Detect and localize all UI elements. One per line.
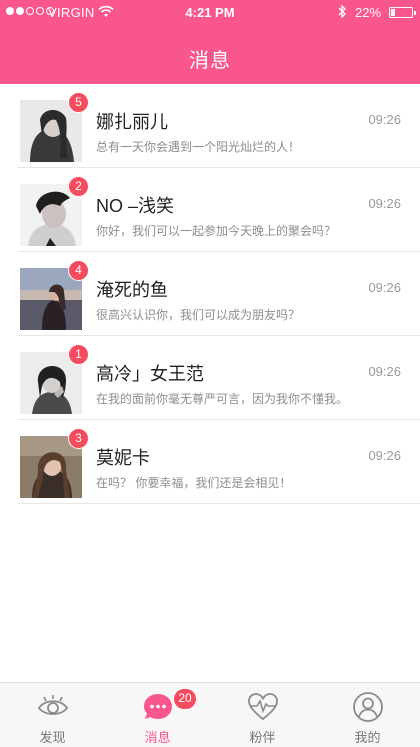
- battery-percent: 22%: [355, 5, 382, 20]
- conversation-row[interactable]: 1 高冷」女王范 在我的面前你毫无尊严可言，因为我你不懂我。 09:26: [0, 336, 420, 420]
- conversation-row[interactable]: 3 莫妮卡 在吗？ 你要幸福，我们还是会相见！ 09:26: [0, 420, 420, 504]
- conversation-row[interactable]: 2 NO –浅笑 你好，我们可以一起参加今天晚上的聚会吗？ 09:26: [0, 168, 420, 252]
- message-preview: 在吗？ 你要幸福，我们还是会相见！: [96, 476, 292, 490]
- row-divider: [18, 503, 420, 504]
- bluetooth-icon: [337, 4, 347, 22]
- app-header: VIRGIN 4:21 PM 22% 消息: [0, 0, 420, 84]
- unread-badge: 2: [68, 176, 89, 197]
- message-preview: 你好，我们可以一起参加今天晚上的聚会吗？: [96, 224, 337, 238]
- tab-label: 粉伴: [249, 730, 276, 745]
- status-bar: VIRGIN 4:21 PM 22%: [0, 0, 420, 26]
- eye-icon: [37, 691, 69, 723]
- message-time: 09:26: [368, 112, 401, 127]
- unread-badge: 5: [68, 92, 89, 113]
- tab-label: 我的: [354, 730, 381, 745]
- tab-bar: 发现 20 消息 粉伴 我的: [0, 682, 420, 747]
- chat-bubble-icon: [142, 691, 174, 723]
- tab-fans[interactable]: 粉伴: [210, 683, 315, 747]
- tab-unread-badge: 20: [173, 688, 197, 710]
- message-preview: 很高兴认识你，我们可以成为朋友吗？: [96, 308, 301, 322]
- contact-name: NO –浅笑: [96, 196, 175, 216]
- contact-name: 莫妮卡: [96, 448, 150, 468]
- message-time: 09:26: [368, 280, 401, 295]
- conversation-row[interactable]: 4 淹死的鱼 很高兴认识你，我们可以成为朋友吗？ 09:26: [0, 252, 420, 336]
- message-time: 09:26: [368, 448, 401, 463]
- conversation-row[interactable]: 5 娜扎丽儿 总有一天你会遇到一个阳光灿烂的人！ 09:26: [0, 84, 420, 168]
- heart-pulse-icon: [247, 691, 279, 723]
- contact-name: 高冷」女王范: [96, 364, 204, 384]
- unread-badge: 1: [68, 344, 89, 365]
- user-profile-icon: [352, 691, 384, 723]
- message-preview: 在我的面前你毫无尊严可言，因为我你不懂我。: [96, 392, 349, 406]
- message-preview: 总有一天你会遇到一个阳光灿烂的人！: [96, 140, 301, 154]
- tab-label: 消息: [144, 730, 171, 745]
- battery-icon: [389, 7, 416, 18]
- tab-profile[interactable]: 我的: [315, 683, 420, 747]
- unread-badge: 4: [68, 260, 89, 281]
- message-time: 09:26: [368, 364, 401, 379]
- tab-messages[interactable]: 20 消息: [105, 683, 210, 747]
- contact-name: 淹死的鱼: [96, 280, 168, 300]
- message-time: 09:26: [368, 196, 401, 211]
- tab-label: 发现: [39, 730, 66, 745]
- page-title: 消息: [189, 50, 231, 72]
- contact-name: 娜扎丽儿: [96, 112, 168, 132]
- tab-discover[interactable]: 发现: [0, 683, 105, 747]
- unread-badge: 3: [68, 428, 89, 449]
